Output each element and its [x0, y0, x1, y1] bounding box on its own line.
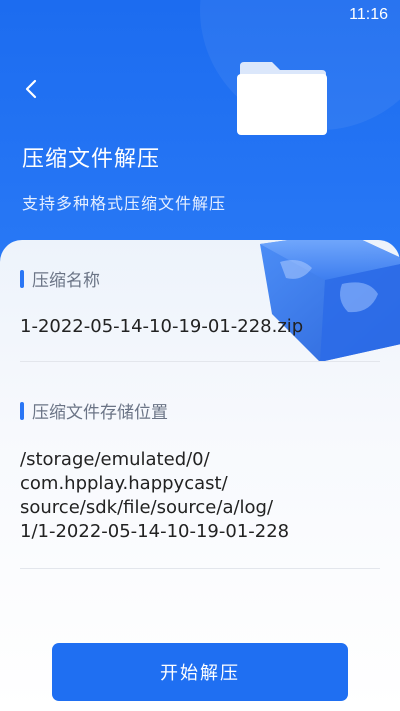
archive-name: 1-2022-05-14-10-19-01-228.zip [20, 316, 304, 337]
divider [20, 568, 380, 569]
path-line: /storage/emulated/0/ [20, 449, 210, 470]
path-line: 1/1-2022-05-14-10-19-01-228 [20, 521, 290, 542]
folder-icon [237, 62, 327, 135]
details-card: 压缩名称 1-2022-05-14-10-19-01-228.zip 压缩文件存… [0, 240, 400, 711]
name-section-label: 压缩名称 [20, 266, 100, 291]
accent-bar [20, 269, 24, 288]
start-extract-button[interactable]: 开始解压 [52, 643, 348, 701]
path-section-label: 压缩文件存储位置 [20, 398, 168, 423]
path-label-text: 压缩文件存储位置 [32, 403, 168, 423]
name-label-text: 压缩名称 [32, 271, 100, 291]
accent-bar [20, 401, 24, 420]
divider [20, 361, 380, 362]
page-title: 压缩文件解压 [22, 147, 161, 172]
path-line: com.hpplay.happycast/ [20, 473, 228, 494]
page-subtitle: 支持多种格式压缩文件解压 [22, 194, 227, 213]
archive-path: /storage/emulated/0/ com.hpplay.happycas… [20, 448, 380, 544]
status-time: 11:16 [349, 6, 388, 23]
chevron-left-icon [25, 79, 37, 99]
back-button[interactable] [14, 72, 48, 106]
path-line: source/sdk/file/source/a/log/ [20, 497, 274, 518]
